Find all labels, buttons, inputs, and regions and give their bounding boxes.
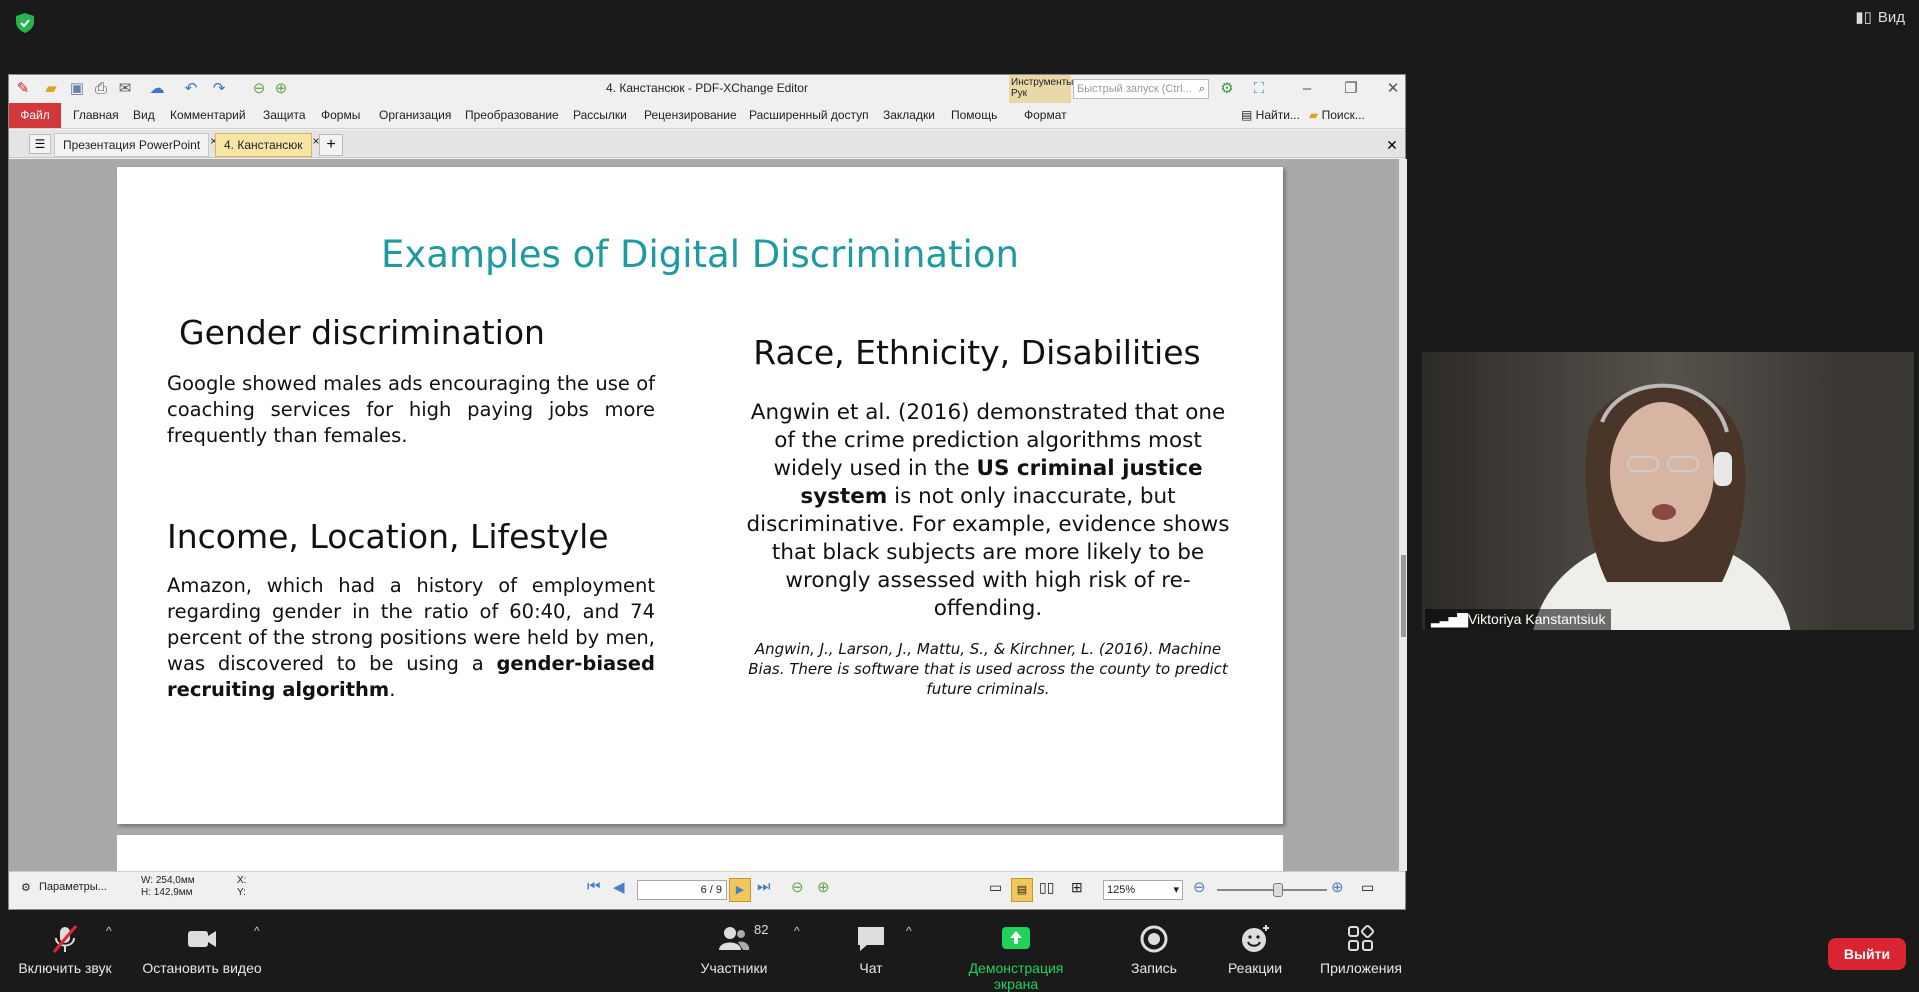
menu-mailings[interactable]: Рассылки <box>573 108 627 122</box>
next-view-icon[interactable]: ⊕ <box>817 878 830 896</box>
restore-button[interactable]: ❐ <box>1341 79 1361 99</box>
chevron-up-icon[interactable]: ^ <box>106 924 112 938</box>
pdf-page: Examples of Digital Discrimination Gende… <box>117 167 1283 824</box>
file-menu[interactable]: Файл <box>9 103 61 128</box>
zoom-slider-knob[interactable] <box>1272 883 1283 897</box>
citation: Angwin, J., Larson, J., Mattu, S., & Kir… <box>748 640 1228 698</box>
video-camera-icon <box>188 931 216 947</box>
last-page-icon[interactable]: ⏭ <box>757 878 771 895</box>
menu-share[interactable]: Расширенный доступ <box>749 108 869 122</box>
participants-icon <box>719 927 750 950</box>
ribbon-menu-bar: Главная Вид Комментарий Защита Формы Орг… <box>9 103 1405 129</box>
two-pages-icon[interactable]: ▯▯ <box>1039 879 1054 896</box>
menu-view[interactable]: Вид <box>133 108 155 122</box>
tools-label: Инструменты Рук <box>1011 77 1074 99</box>
gender-heading: Gender discrimination <box>179 313 545 352</box>
share-screen-icon <box>1002 927 1030 949</box>
menu-format[interactable]: Формат <box>1024 108 1067 122</box>
participant-video[interactable] <box>1422 352 1914 630</box>
participant-image <box>1422 352 1914 630</box>
race-text: Angwin et al. (2016) demonstrated that o… <box>746 400 1230 621</box>
prev-view-icon[interactable]: ⊖ <box>791 878 804 896</box>
menu-review[interactable]: Рецензирование <box>644 108 737 122</box>
race-heading: Race, Ethnicity, Disabilities <box>753 333 1201 372</box>
meeting-controls: Включить звук ^ Остановить видео ^ 82 Уч… <box>0 910 1919 992</box>
minimize-button[interactable]: – <box>1297 79 1317 99</box>
page-number-input[interactable]: 6 / 9 <box>637 880 727 900</box>
chevron-down-icon: ▾ <box>1173 884 1179 896</box>
zoom-in-icon[interactable]: ⊕ <box>1331 878 1344 896</box>
zoom-out-icon[interactable]: ⊖ <box>1193 878 1206 896</box>
view-button[interactable]: ▮▯ Вид <box>1855 8 1905 27</box>
page-layout-icon[interactable]: ▭ <box>1361 879 1374 896</box>
settings-icon[interactable]: ⚙ <box>1217 79 1237 99</box>
quick-launch-input[interactable]: Быстрый запуск (Ctrl... ⌕ <box>1073 79 1209 99</box>
income-heading: Income, Location, Lifestyle <box>167 517 609 556</box>
pdf-editor-window: ✎ ▰ ▣ ⎙ ✉ ☁ ↶ ↷ ⊖ ⊕ 4. Канстансюк - PDF-… <box>8 74 1407 910</box>
participant-name-label: ▂▃▅▇ Viktoriya Kanstantsiuk <box>1425 609 1612 630</box>
tab-powerpoint[interactable]: Презентация PowerPoint × <box>54 133 217 157</box>
title-bar: ✎ ▰ ▣ ⎙ ✉ ☁ ↶ ↷ ⊖ ⊕ 4. Канстансюк - PDF-… <box>9 75 1405 129</box>
scrollbar-thumb[interactable] <box>1401 555 1406 637</box>
page-size: W: 254,0мм H: 142,9мм <box>141 875 195 898</box>
zoom-select[interactable]: 125% ▾ <box>1103 880 1183 900</box>
income-text: Amazon, which had a history of employmen… <box>167 574 655 701</box>
menu-home[interactable]: Главная <box>73 108 119 122</box>
menu-convert[interactable]: Преобразование <box>465 108 559 122</box>
cursor-coords: X: Y: <box>237 875 247 898</box>
chevron-up-icon[interactable]: ^ <box>254 924 260 938</box>
menu-organize[interactable]: Организация <box>379 108 451 122</box>
shield-icon[interactable] <box>14 12 36 34</box>
chevron-up-icon[interactable]: ^ <box>794 924 800 938</box>
find-icon: ▤ <box>1241 108 1256 122</box>
participants-count: 82 <box>754 922 769 937</box>
close-button[interactable]: ✕ <box>1383 79 1403 99</box>
continuous-page-icon[interactable]: ▤ <box>1011 878 1033 902</box>
menu-bookmarks[interactable]: Закладки <box>883 108 935 122</box>
first-page-icon[interactable]: ⏮ <box>587 878 601 895</box>
muted-mic-icon <box>52 925 78 953</box>
chat-icon <box>858 927 884 951</box>
emoji-icon <box>1242 925 1269 952</box>
menu-protect[interactable]: Защита <box>263 108 306 122</box>
signal-icon: ▂▃▅▇ <box>1431 611 1468 627</box>
apps-icon <box>1348 924 1375 951</box>
slide-title: Examples of Digital Discrimination <box>381 233 1019 276</box>
menu-forms[interactable]: Формы <box>321 108 360 122</box>
meeting-top-bar <box>0 0 1919 74</box>
search-button[interactable]: ▰ Поиск... <box>1309 108 1365 122</box>
fullscreen-icon[interactable]: ⛶ <box>1249 79 1269 99</box>
leave-meeting-button[interactable]: Выйти <box>1828 938 1906 970</box>
vertical-scrollbar[interactable] <box>1399 159 1407 871</box>
document-tabs-bar: ☰ Презентация PowerPoint × 4. Канстансюк… <box>9 130 1405 158</box>
document-viewer[interactable]: Examples of Digital Discrimination Gende… <box>9 159 1399 871</box>
status-bar: ⚙ Параметры... W: 254,0мм H: 142,9мм X: Y:… <box>9 871 1405 909</box>
tab-current-document[interactable]: 4. Канстансюк × <box>215 133 320 157</box>
zoom-slider-track[interactable] <box>1217 883 1327 897</box>
new-tab-button[interactable]: + <box>319 134 343 156</box>
menu-help[interactable]: Помощь <box>951 108 997 122</box>
gender-text: Google showed males ads encouraging the … <box>167 372 655 447</box>
record-icon <box>1140 925 1168 953</box>
close-document-button[interactable]: ✕ <box>1381 134 1403 156</box>
prev-page-icon[interactable]: ◀ <box>613 878 625 896</box>
tabs-list-icon[interactable]: ☰ <box>29 134 51 154</box>
menu-comment[interactable]: Комментарий <box>170 108 246 122</box>
search-icon: ⌕ <box>1198 83 1205 95</box>
chevron-up-icon[interactable]: ^ <box>906 924 912 938</box>
view-icon: ▮▯ <box>1855 9 1872 26</box>
facing-pages-icon[interactable]: ⊞ <box>1071 879 1083 896</box>
gear-icon[interactable]: ⚙ <box>21 881 31 894</box>
single-page-icon[interactable]: ▭ <box>989 879 1002 896</box>
options-dropdown[interactable]: Параметры... <box>39 881 107 893</box>
next-pdf-page <box>117 835 1283 871</box>
next-page-icon[interactable]: ▶ <box>729 878 751 902</box>
find-button[interactable]: ▤ Найти... <box>1241 108 1300 122</box>
search-folder-icon: ▰ <box>1309 108 1322 122</box>
